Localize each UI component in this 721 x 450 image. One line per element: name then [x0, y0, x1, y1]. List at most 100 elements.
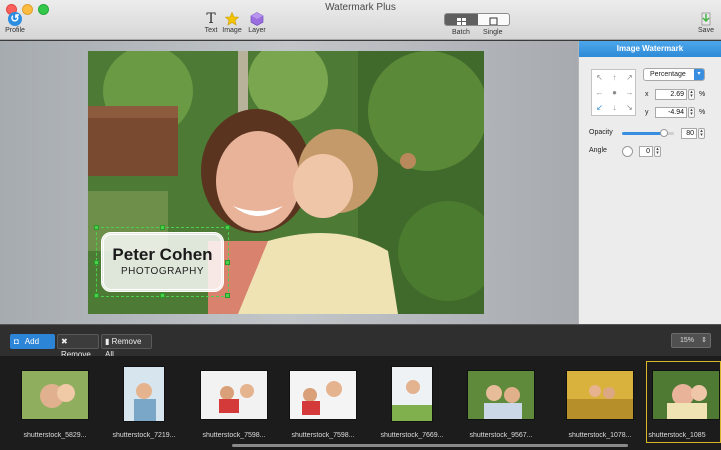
save-icon: [701, 12, 711, 26]
add-text-button[interactable]: T Text: [202, 12, 220, 34]
thumbnail-image: [290, 371, 356, 419]
add-button[interactable]: ◘ Add: [10, 334, 55, 349]
x-stepper[interactable]: ▴ ▾: [688, 89, 695, 100]
panel-title: Image Watermark: [579, 41, 721, 57]
opacity-slider-fill: [622, 132, 664, 135]
remove-all-button[interactable]: ▮ Remove All: [101, 334, 152, 359]
thumbnail-caption: shutterstock_7598...: [202, 432, 266, 439]
angle-stepper[interactable]: ▴ ▾: [654, 146, 661, 157]
resize-handle[interactable]: [160, 293, 165, 298]
resize-handle[interactable]: [225, 225, 230, 230]
zoom-select[interactable]: 15% ⇕: [671, 333, 711, 348]
star-icon: [225, 12, 239, 26]
text-icon: T: [206, 11, 216, 27]
thumbnail-caption: shutterstock_7219...: [112, 432, 176, 439]
layer-icon: [250, 12, 264, 26]
unit-dropdown[interactable]: Percentage ▾: [643, 68, 705, 81]
opacity-label: Opacity: [589, 129, 613, 136]
arrow-down-right-icon[interactable]: ↘: [622, 100, 637, 115]
resize-handle[interactable]: [94, 293, 99, 298]
grid-icon: [457, 18, 466, 25]
thumbnail-image: [653, 371, 719, 419]
dropdown-arrow-icon: ▾: [694, 69, 704, 80]
camera-icon: ◘: [14, 337, 19, 346]
thumbnail-image: [392, 367, 432, 421]
horizontal-scrollbar[interactable]: [232, 444, 628, 447]
thumbnail-image: [468, 371, 534, 419]
thumbnail[interactable]: [391, 366, 433, 422]
resize-handle[interactable]: [94, 225, 99, 230]
text-label: Text: [204, 27, 218, 34]
thumbnail-caption: shutterstock_1085: [648, 432, 706, 439]
center-dot-icon[interactable]: ●: [607, 85, 622, 100]
resize-handle[interactable]: [225, 293, 230, 298]
arrow-down-left-icon[interactable]: ↙: [592, 100, 607, 115]
thumbnail-image: [124, 367, 164, 421]
zoom-value: 15%: [680, 337, 695, 344]
thumbnail-caption: shutterstock_7598...: [291, 432, 355, 439]
single-icon: [489, 17, 498, 25]
thumbnail-image: [201, 371, 267, 419]
single-segment[interactable]: [478, 14, 509, 25]
remove-button[interactable]: ✖ Remove: [57, 334, 99, 359]
image-label: Image: [222, 27, 242, 34]
layer-label: Layer: [248, 27, 266, 34]
x-label: x: [645, 91, 649, 98]
y-unit: %: [699, 109, 706, 116]
trash-icon: ▮: [105, 337, 110, 346]
save-button[interactable]: Save: [696, 12, 716, 34]
thumbnail[interactable]: [21, 370, 89, 420]
thumbnail[interactable]: [566, 370, 634, 420]
y-stepper[interactable]: ▴ ▾: [688, 107, 695, 118]
thumbnail[interactable]: [200, 370, 268, 420]
y-field[interactable]: -4.94: [655, 107, 687, 118]
batch-segment[interactable]: [445, 14, 478, 25]
arrow-up-right-icon[interactable]: ↗: [622, 70, 637, 85]
opacity-slider-knob[interactable]: [659, 129, 668, 137]
watermark-name: Peter Cohen: [112, 245, 213, 264]
y-label: y: [645, 109, 649, 116]
mode-toggle[interactable]: [444, 13, 510, 26]
position-grid: ↖ ↑ ↗ ← ● → ↙ ↓ ↘: [591, 69, 636, 116]
add-image-button[interactable]: Image: [221, 12, 243, 34]
add-label: Add: [24, 337, 40, 346]
thumbnail-caption: shutterstock_1078...: [568, 432, 632, 439]
resize-handle[interactable]: [94, 260, 99, 265]
thumbnail[interactable]: [467, 370, 535, 420]
preview-photo[interactable]: Peter Cohen PHOTOGRAPHY: [88, 51, 484, 314]
x-field[interactable]: 2.69: [655, 89, 687, 100]
updown-icon: ⇕: [701, 337, 707, 344]
preview-canvas: Peter Cohen PHOTOGRAPHY: [0, 41, 578, 324]
resize-handle[interactable]: [225, 260, 230, 265]
thumbnail[interactable]: [652, 370, 720, 420]
add-layer-button[interactable]: Layer: [246, 12, 268, 34]
thumbnail-image: [22, 371, 88, 419]
arrow-down-icon[interactable]: ↓: [607, 100, 622, 115]
opacity-field[interactable]: 80: [681, 128, 697, 139]
arrow-up-icon[interactable]: ↑: [607, 70, 622, 85]
thumbnail[interactable]: [123, 366, 165, 422]
watermark-overlay[interactable]: Peter Cohen PHOTOGRAPHY: [94, 225, 230, 298]
thumbnail-caption: shutterstock_7669...: [380, 432, 444, 439]
profile-button[interactable]: ↺ Profile: [3, 12, 27, 34]
profile-label: Profile: [5, 27, 25, 34]
x-mark-icon: ✖: [61, 337, 68, 346]
action-bar: ◘ Add ✖ Remove ▮ Remove All 15% ⇕: [0, 324, 721, 359]
toolbar: Watermark Plus ↺ Profile T Text Image La…: [0, 0, 721, 40]
opacity-slider[interactable]: [622, 129, 674, 137]
opacity-stepper[interactable]: ▴ ▾: [698, 128, 705, 139]
arrow-up-left-icon[interactable]: ↖: [592, 70, 607, 85]
app-window: Watermark Plus ↺ Profile T Text Image La…: [0, 0, 721, 450]
arrow-left-icon[interactable]: ←: [592, 85, 607, 100]
thumbnail-strip: shutterstock_5829... shutterstock_7219..…: [0, 356, 721, 450]
watermark-subtitle: PHOTOGRAPHY: [120, 266, 205, 277]
window-title: Watermark Plus: [325, 2, 396, 13]
arrow-right-icon[interactable]: →: [622, 85, 637, 100]
angle-field[interactable]: 0: [639, 146, 653, 157]
unit-value: Percentage: [650, 71, 686, 78]
single-label: Single: [483, 29, 503, 36]
angle-dial[interactable]: [622, 146, 633, 157]
thumbnail-caption: shutterstock_5829...: [23, 432, 87, 439]
thumbnail[interactable]: [289, 370, 357, 420]
resize-handle[interactable]: [160, 225, 165, 230]
